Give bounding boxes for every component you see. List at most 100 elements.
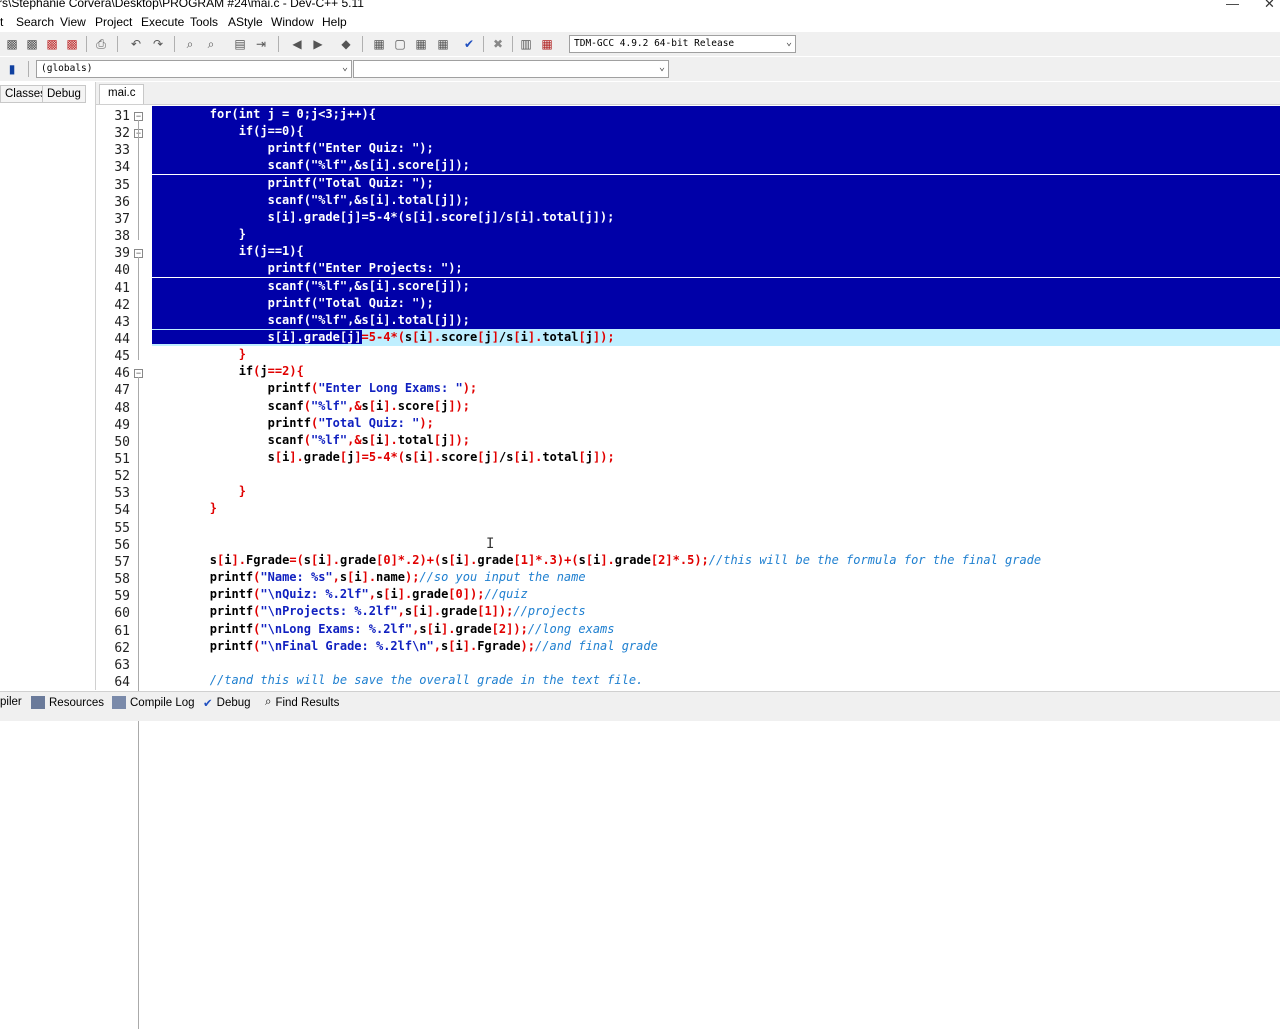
line-number: 61 <box>114 623 130 639</box>
line-number: 56 <box>114 537 130 553</box>
window-title: rs\Stephanie Corvera\Desktop\PROGRAM #24… <box>0 0 364 10</box>
compiler-select[interactable]: TDM-GCC 4.9.2 64-bit Release ⌄ <box>569 35 796 53</box>
compile-run-icon[interactable]: ▦ <box>413 36 429 52</box>
prev-bookmark-icon[interactable]: ◀ <box>289 36 305 52</box>
save-icon[interactable]: ▩ <box>4 36 20 52</box>
code-line: scanf("%lf",&s[i].score[j]); <box>152 277 1280 295</box>
bookmark-icon[interactable]: ◆ <box>338 36 354 52</box>
menu-window[interactable]: Window <box>271 15 314 29</box>
code-line: printf("Enter Projects: "); <box>152 260 1280 278</box>
close-button[interactable]: ✕ <box>1264 0 1275 12</box>
save-all-icon[interactable]: ▩ <box>24 36 40 52</box>
code-line: printf("Enter Long Exams: "); <box>152 381 478 396</box>
line-number: 46 <box>114 366 130 382</box>
line-number: 43 <box>114 314 130 330</box>
line-number: 33 <box>114 143 130 159</box>
goto-line-icon[interactable]: ▤ <box>232 36 248 52</box>
menu-edit[interactable]: t <box>0 15 3 29</box>
tab-find-results-label: Find Results <box>275 696 340 709</box>
chevron-down-icon: ⌄ <box>785 37 792 48</box>
code-line: printf("\nProjects: %.2lf",s[i].grade[1]… <box>152 604 586 619</box>
code-line: for(int j = 0;j<3;j++){ <box>152 106 1280 123</box>
code-line: if(j==0){ <box>152 123 1280 141</box>
stop-icon[interactable]: ✖ <box>490 36 506 52</box>
scope-select-value: (globals) <box>41 63 93 74</box>
undo-icon[interactable]: ↶ <box>128 36 144 52</box>
line-number: 32 <box>114 126 130 142</box>
code-line: //tand this will be save the overall gra… <box>209 672 644 687</box>
code-editor[interactable]: for(int j = 0;j<3;j++){ if(j==0){ printf… <box>152 106 1280 690</box>
code-line: scanf("%lf",&s[i].total[j]); <box>152 311 1280 329</box>
code-line: printf("Total Quiz: "); <box>152 294 1280 312</box>
line-number: 35 <box>114 177 130 193</box>
tab-find-results[interactable]: ⌕ Find Results <box>265 696 339 709</box>
menu-project[interactable]: Project <box>95 15 132 29</box>
line-number: 45 <box>114 349 130 365</box>
code-line: if(j==2){ <box>152 364 304 379</box>
tab-debug-label: Debug <box>216 697 251 709</box>
run-icon[interactable]: ▢ <box>392 36 408 52</box>
replace-icon[interactable]: ⌕ <box>203 36 219 52</box>
tab-mai-c[interactable]: mai.c <box>99 84 145 104</box>
code-line: } <box>238 484 246 499</box>
code-line: if(j==1){ <box>152 243 1280 261</box>
line-number: 42 <box>114 297 130 313</box>
menu-bar: t Search View Project Execute Tools ASty… <box>0 13 1280 32</box>
tab-resources-label: Resources <box>49 696 104 709</box>
menu-help[interactable]: Help <box>322 15 347 29</box>
tab-debug[interactable]: Debug <box>42 85 86 103</box>
code-line: } <box>238 347 246 362</box>
code-line: printf("\nQuiz: %.2lf",s[i].grade[0]);//… <box>152 587 528 602</box>
debug-icon[interactable]: ▦ <box>539 36 555 52</box>
close-all-icon[interactable]: ▩ <box>64 36 80 52</box>
check-icon: ✔ <box>203 698 213 710</box>
title-bar: rs\Stephanie Corvera\Desktop\PROGRAM #24… <box>0 0 1280 12</box>
code-line: s[i].Fgrade=(s[i].grade[0]*.2)+(s[i].gra… <box>152 552 1042 567</box>
menu-astyle[interactable]: AStyle <box>228 15 263 29</box>
line-number: 40 <box>114 263 130 279</box>
menu-execute[interactable]: Execute <box>141 15 184 29</box>
close-file-icon[interactable]: ▩ <box>44 36 60 52</box>
tab-compile-log-label: Compile Log <box>130 696 195 709</box>
rebuild-icon[interactable]: ▦ <box>435 36 451 52</box>
line-number: 64 <box>114 674 130 690</box>
line-number: 36 <box>114 194 130 210</box>
next-bookmark-icon[interactable]: ▶ <box>310 36 326 52</box>
line-number: 34 <box>114 160 130 176</box>
line-number: 44 <box>114 331 130 347</box>
tab-debug-bottom[interactable]: ✔ Debug <box>203 696 251 710</box>
code-line: scanf("%lf",&s[i].score[j]); <box>152 398 471 413</box>
tab-compile-log[interactable]: Compile Log <box>112 696 195 709</box>
code-line: s[i].grade[j]=5-4*(s[i].score[j]/s[i].to… <box>152 208 1280 226</box>
find-icon: ⌕ <box>265 696 272 708</box>
print-icon[interactable]: ⎙ <box>93 36 109 52</box>
bottom-tab-bar: piler Resources Compile Log ✔ Debug ⌕ Find… <box>0 691 1280 721</box>
find-icon[interactable]: ⌕ <box>182 36 198 52</box>
indent-icon[interactable]: ⇥ <box>253 36 269 52</box>
member-select[interactable]: ⌄ <box>353 60 669 78</box>
line-number: 51 <box>114 452 130 467</box>
code-line: printf("Name: %s",s[i].name);//so you in… <box>152 570 586 585</box>
menu-view[interactable]: View <box>60 15 86 29</box>
scope-select[interactable]: (globals) ⌄ <box>36 60 352 78</box>
class-browser-icon[interactable]: ▮ <box>4 61 20 77</box>
code-line: printf("Total Quiz: "); <box>152 174 1280 192</box>
menu-search[interactable]: Search <box>16 15 54 29</box>
menu-tools[interactable]: Tools <box>190 15 218 29</box>
code-line: printf("Total Quiz: "); <box>152 415 434 430</box>
code-line: s[i].grade[j]=5-4*(s[i].score[j]/s[i].to… <box>152 450 615 464</box>
tab-compiler[interactable]: piler <box>0 696 22 708</box>
profile-icon[interactable]: ▥ <box>518 36 534 52</box>
check-icon[interactable]: ✔ <box>461 36 477 52</box>
line-number: 59 <box>114 589 130 605</box>
compile-icon[interactable]: ▦ <box>371 36 387 52</box>
tab-compiler-label: piler <box>0 696 22 708</box>
minimize-button[interactable]: — <box>1226 0 1239 11</box>
tab-resources[interactable]: Resources <box>31 696 104 709</box>
main-toolbar: ▩ ▩ ▩ ▩ ⎙ ↶ ↷ ⌕ ⌕ ▤ ⇥ ◀ ▶ ◆ ▦ ▢ ▦ ▦ ✔ ✖ … <box>0 32 1280 56</box>
redo-icon[interactable]: ↷ <box>150 36 166 52</box>
code-line: s[i].grade[j]=5-4*(s[i].score[j]/s[i].to… <box>152 328 1280 346</box>
code-line: printf("\nLong Exams: %.2lf",s[i].grade[… <box>152 621 615 636</box>
